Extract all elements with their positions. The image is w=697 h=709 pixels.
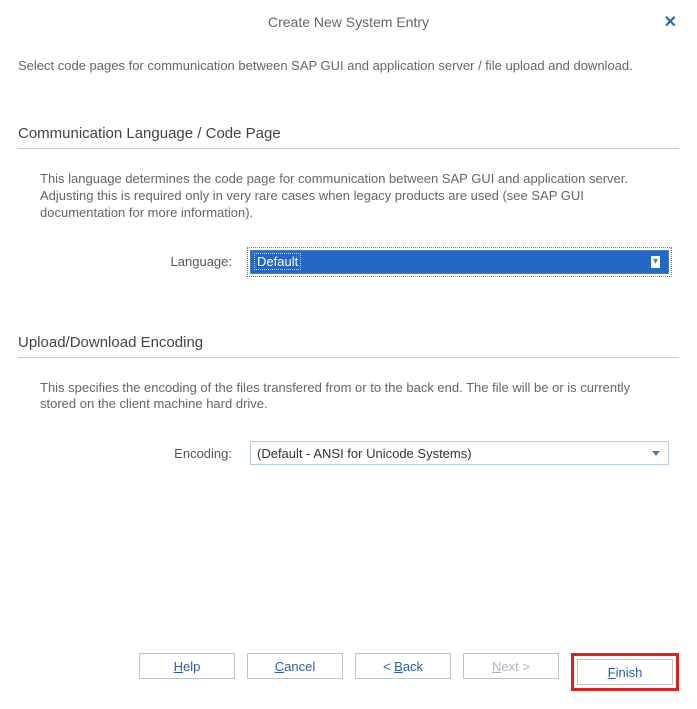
intro-text: Select code pages for communication betw… bbox=[18, 58, 679, 75]
finish-highlight: Finish bbox=[571, 653, 679, 691]
language-select-value: Default bbox=[255, 254, 300, 269]
section-language-desc: This language determines the code page f… bbox=[40, 171, 669, 222]
chevron-down-icon: ▾ bbox=[651, 256, 660, 268]
close-icon[interactable]: ✕ bbox=[664, 12, 677, 32]
dialog-title: Create New System Entry bbox=[268, 14, 429, 30]
chevron-down-icon bbox=[652, 451, 660, 456]
encoding-select[interactable]: (Default - ANSI for Unicode Systems) bbox=[250, 441, 669, 465]
footer-buttons: Help Cancel < Back Next > Finish bbox=[18, 653, 679, 693]
language-select[interactable]: Default ▾ bbox=[250, 250, 669, 274]
divider bbox=[18, 357, 679, 358]
next-button: Next > bbox=[463, 653, 559, 679]
language-label: Language: bbox=[40, 254, 250, 269]
encoding-select-wrap: (Default - ANSI for Unicode Systems) bbox=[250, 441, 669, 465]
encoding-field-row: Encoding: (Default - ANSI for Unicode Sy… bbox=[40, 441, 679, 465]
cancel-button[interactable]: Cancel bbox=[247, 653, 343, 679]
encoding-select-value: (Default - ANSI for Unicode Systems) bbox=[257, 446, 472, 461]
dialog-create-system-entry: Create New System Entry ✕ Select code pa… bbox=[0, 0, 697, 709]
encoding-label: Encoding: bbox=[40, 446, 250, 461]
language-select-wrap: Default ▾ bbox=[250, 250, 669, 274]
section-language-title: Communication Language / Code Page bbox=[18, 125, 679, 142]
section-encoding-title: Upload/Download Encoding bbox=[18, 334, 679, 351]
divider bbox=[18, 148, 679, 149]
finish-button[interactable]: Finish bbox=[577, 659, 673, 685]
section-encoding-desc: This specifies the encoding of the files… bbox=[40, 380, 669, 414]
back-button[interactable]: < Back bbox=[355, 653, 451, 679]
help-button[interactable]: Help bbox=[139, 653, 235, 679]
title-bar: Create New System Entry ✕ bbox=[18, 14, 679, 30]
language-field-row: Language: Default ▾ bbox=[40, 250, 679, 274]
